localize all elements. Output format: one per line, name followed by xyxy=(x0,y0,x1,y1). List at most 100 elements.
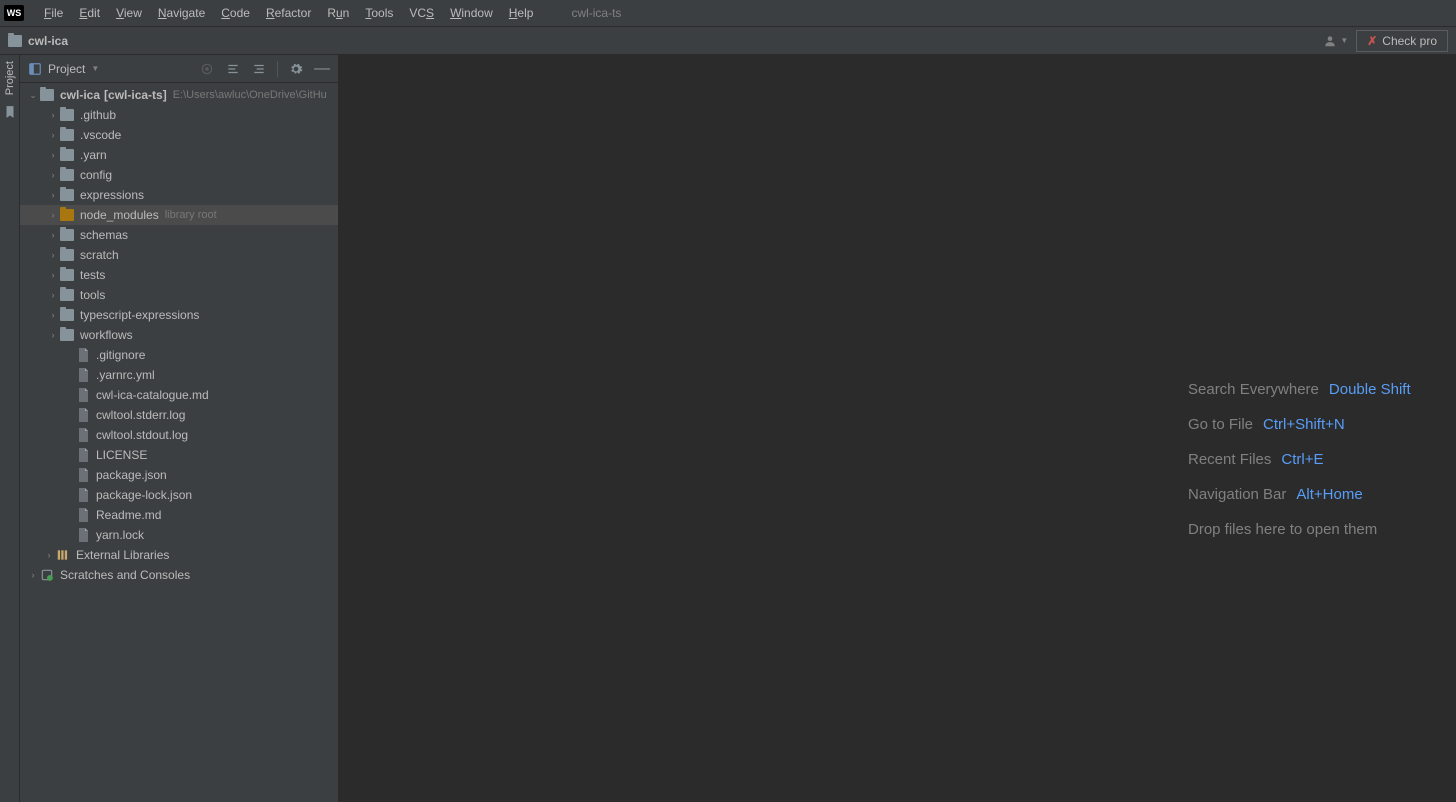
tree-scratches[interactable]: › Scratches and Consoles xyxy=(20,565,338,585)
tree-folder[interactable]: › tests xyxy=(20,265,338,285)
tree-file[interactable]: package-lock.json xyxy=(20,485,338,505)
help-shortcut: Alt+Home xyxy=(1296,486,1362,503)
folder-icon xyxy=(60,209,74,221)
collapse-all-icon[interactable] xyxy=(251,61,267,77)
folder-icon xyxy=(60,149,74,161)
folder-icon xyxy=(60,289,74,301)
tree-root[interactable]: ⌄ cwl-ica [cwl-ica-ts] E:\Users\awluc\On… xyxy=(20,85,338,105)
menu-navigate[interactable]: Navigate xyxy=(150,2,213,24)
panel-title[interactable]: Project xyxy=(48,62,85,76)
gear-icon[interactable] xyxy=(288,61,304,77)
chevron-right-icon[interactable]: › xyxy=(48,130,58,140)
file-icon xyxy=(76,469,90,481)
expand-all-icon[interactable] xyxy=(225,61,241,77)
tree-file[interactable]: Readme.md xyxy=(20,505,338,525)
project-tree[interactable]: ⌄ cwl-ica [cwl-ica-ts] E:\Users\awluc\On… xyxy=(20,83,338,802)
tree-folder[interactable]: › tools xyxy=(20,285,338,305)
help-shortcut: Double Shift xyxy=(1329,381,1411,398)
hide-icon[interactable]: — xyxy=(314,61,330,77)
folder-icon xyxy=(60,329,74,341)
check-project-button[interactable]: ✗ Check pro xyxy=(1356,30,1448,52)
file-icon xyxy=(76,529,90,541)
editor-area[interactable]: Search EverywhereDouble Shift Go to File C… xyxy=(339,55,1456,802)
tree-folder[interactable]: › scratch xyxy=(20,245,338,265)
tree-folder[interactable]: › .vscode xyxy=(20,125,338,145)
chevron-down-icon[interactable]: ▼ xyxy=(91,64,99,73)
tree-folder[interactable]: › node_modules library root xyxy=(20,205,338,225)
help-hint: Search EverywhereDouble Shift xyxy=(1188,381,1411,398)
chevron-right-icon[interactable]: › xyxy=(48,330,58,340)
menu-vcs[interactable]: VCS xyxy=(401,2,442,24)
tree-folder[interactable]: › .github xyxy=(20,105,338,125)
tree-file[interactable]: cwl-ica-catalogue.md xyxy=(20,385,338,405)
rail-project-tab[interactable]: Project xyxy=(4,61,16,95)
chevron-right-icon[interactable]: › xyxy=(48,190,58,200)
folder-icon xyxy=(60,249,74,261)
tree-folder[interactable]: › expressions xyxy=(20,185,338,205)
chevron-right-icon[interactable]: › xyxy=(48,110,58,120)
file-icon xyxy=(76,369,90,381)
chevron-right-icon[interactable]: › xyxy=(28,570,38,580)
folder-icon xyxy=(60,229,74,241)
left-tool-rail: Project xyxy=(0,55,20,802)
chevron-right-icon[interactable]: › xyxy=(48,150,58,160)
chevron-down-icon[interactable]: ⌄ xyxy=(28,90,38,101)
file-icon xyxy=(76,389,90,401)
folder-icon xyxy=(60,129,74,141)
tree-file[interactable]: package.json xyxy=(20,465,338,485)
locate-icon[interactable] xyxy=(199,61,215,77)
navigation-bar: cwl-ica ▼ ✗ Check pro xyxy=(0,27,1456,55)
tree-folder[interactable]: › config xyxy=(20,165,338,185)
empty-editor-help: Search EverywhereDouble Shift Go to File C… xyxy=(1188,381,1411,556)
tree-folder[interactable]: › typescript-expressions xyxy=(20,305,338,325)
main-menubar: WS File Edit View Navigate Code Refactor… xyxy=(0,0,1456,27)
menu-file[interactable]: File xyxy=(36,2,71,24)
menu-view[interactable]: View xyxy=(108,2,150,24)
help-hint: Go to File Ctrl+Shift+N xyxy=(1188,416,1411,433)
chevron-right-icon[interactable]: › xyxy=(48,210,58,220)
menu-refactor[interactable]: Refactor xyxy=(258,2,319,24)
file-icon xyxy=(76,449,90,461)
file-icon xyxy=(76,349,90,361)
menu-run[interactable]: Run xyxy=(319,2,357,24)
help-hint: Drop files here to open them xyxy=(1188,521,1411,538)
folder-icon xyxy=(60,169,74,181)
help-shortcut: Ctrl+Shift+N xyxy=(1263,416,1345,433)
menu-window[interactable]: Window xyxy=(442,2,501,24)
folder-icon xyxy=(60,309,74,321)
tree-folder[interactable]: › workflows xyxy=(20,325,338,345)
chevron-right-icon[interactable]: › xyxy=(48,170,58,180)
menu-tools[interactable]: Tools xyxy=(357,2,401,24)
menu-help[interactable]: Help xyxy=(501,2,542,24)
tree-file[interactable]: cwltool.stdout.log xyxy=(20,425,338,445)
breadcrumb-project[interactable]: cwl-ica xyxy=(28,34,68,48)
window-title: cwl-ica-ts xyxy=(571,6,621,20)
tree-folder[interactable]: › .yarn xyxy=(20,145,338,165)
help-label: Go to File xyxy=(1188,416,1253,433)
chevron-right-icon[interactable]: › xyxy=(48,230,58,240)
file-icon xyxy=(76,509,90,521)
bookmarks-icon[interactable] xyxy=(3,105,17,119)
tree-file[interactable]: LICENSE xyxy=(20,445,338,465)
tree-file[interactable]: .gitignore xyxy=(20,345,338,365)
chevron-right-icon[interactable]: › xyxy=(48,290,58,300)
folder-icon xyxy=(60,109,74,121)
menu-code[interactable]: Code xyxy=(213,2,258,24)
tree-file[interactable]: .yarnrc.yml xyxy=(20,365,338,385)
project-tool-window: Project ▼ — xyxy=(20,55,339,802)
menu-edit[interactable]: Edit xyxy=(71,2,108,24)
tree-external-libraries[interactable]: › External Libraries xyxy=(20,545,338,565)
tree-file[interactable]: cwltool.stderr.log xyxy=(20,405,338,425)
chevron-right-icon[interactable]: › xyxy=(48,250,58,260)
chevron-right-icon[interactable]: › xyxy=(48,270,58,280)
tree-folder[interactable]: › schemas xyxy=(20,225,338,245)
folder-icon xyxy=(8,35,22,47)
chevron-right-icon[interactable]: › xyxy=(44,550,54,560)
account-button[interactable]: ▼ xyxy=(1323,34,1348,48)
help-hint: Recent FilesCtrl+E xyxy=(1188,451,1411,468)
chevron-right-icon[interactable]: › xyxy=(48,310,58,320)
scratch-icon xyxy=(40,569,54,581)
help-label: Navigation Bar xyxy=(1188,486,1286,503)
tree-file[interactable]: yarn.lock xyxy=(20,525,338,545)
help-label: Drop files here to open them xyxy=(1188,521,1377,538)
